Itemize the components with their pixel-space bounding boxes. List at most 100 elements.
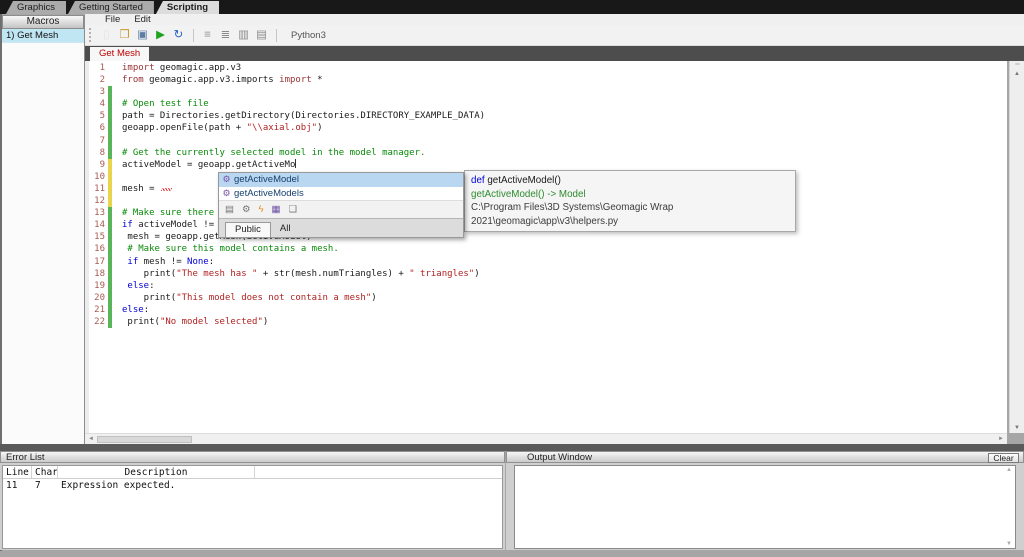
line-number: 21	[89, 304, 108, 316]
code-text	[112, 135, 122, 147]
completion-scope-tabs: Public All	[219, 218, 463, 237]
column-header-description[interactable]: Description	[58, 466, 255, 478]
method-icon: ⚙	[219, 174, 234, 185]
error-rows: 117Expression expected.	[3, 479, 502, 492]
toolbar-grip-icon[interactable]	[89, 28, 93, 42]
error-row[interactable]: 117Expression expected.	[3, 479, 502, 492]
code-line[interactable]: 20 print("This model does not contain a …	[89, 292, 1007, 304]
error-list-header: Error List	[0, 451, 505, 463]
output-scroll-up-icon[interactable]: ▲	[1004, 467, 1014, 473]
line-number: 19	[89, 280, 108, 292]
editor-horizontal-scrollbar[interactable]: ◄ ►	[85, 433, 1007, 444]
line-number: 2	[89, 74, 108, 86]
code-text: activeModel = geoapp.getActiveMo	[112, 159, 296, 171]
code-line[interactable]: 16 # Make sure this model contains a mes…	[89, 243, 1007, 255]
scroll-left-icon[interactable]: ◄	[85, 436, 97, 442]
code-line[interactable]: 6geoapp.openFile(path + "\\axial.obj")	[89, 122, 1007, 134]
code-line[interactable]: 21else:	[89, 304, 1007, 316]
code-line[interactable]: 19 else:	[89, 280, 1007, 292]
save-script-icon[interactable]: ▣	[134, 27, 151, 43]
code-line[interactable]: 22 print("No model selected")	[89, 316, 1007, 328]
duplicate-lines-icon[interactable]: ▥	[235, 27, 252, 43]
snippets-filter-icon[interactable]: ❏	[289, 204, 298, 215]
macros-panel: Macros 1) Get Mesh	[2, 15, 85, 444]
code-text	[112, 171, 122, 183]
signature-tooltip: def getActiveModel() getActiveModel() ->…	[464, 170, 796, 232]
script-toolbar: ▯❐▣▶↻≡≣▥▤ Python3	[85, 25, 1024, 46]
output-scroll-down-icon[interactable]: ▼	[1004, 541, 1014, 547]
code-line[interactable]: 2from geomagic.app.v3.imports import *	[89, 74, 1007, 86]
popup-tab-all[interactable]: All	[271, 222, 300, 237]
error-cell: 11	[3, 479, 32, 492]
code-line[interactable]: 3	[89, 86, 1007, 98]
code-text: # Open test file	[112, 98, 209, 110]
method-icon: ⚙	[219, 188, 234, 199]
toolbar-separator	[193, 29, 194, 42]
events-filter-icon[interactable]: ϟ	[259, 204, 264, 215]
code-line[interactable]: 5path = Directories.getDirectory(Directo…	[89, 110, 1007, 122]
interpreter-label[interactable]: Python3	[291, 30, 326, 41]
scroll-down-icon[interactable]: ▼	[1014, 423, 1020, 433]
macros-header[interactable]: Macros	[2, 15, 84, 29]
code-text: print("This model does not contain a mes…	[112, 292, 377, 304]
tooltip-signature: def getActiveModel()	[471, 174, 789, 188]
clear-button[interactable]: Clear	[988, 453, 1019, 463]
popup-tab-public[interactable]: Public	[225, 222, 271, 237]
menu-edit[interactable]: Edit	[134, 14, 150, 25]
splitter-grip-icon[interactable]: ═	[1015, 61, 1018, 69]
code-line[interactable]: 18 print("The mesh has " + str(mesh.numT…	[89, 268, 1007, 280]
reset-icon[interactable]: ↻	[170, 27, 187, 43]
code-editor-surface[interactable]: 1import geomagic.app.v32from geomagic.ap…	[85, 61, 1007, 433]
code-text: else:	[112, 280, 155, 292]
indent-icon[interactable]: ≡	[199, 27, 216, 43]
fields-filter-icon[interactable]: ▦	[272, 204, 281, 215]
tab-getting-started[interactable]: Getting Started	[68, 1, 154, 14]
line-number: 4	[89, 98, 108, 110]
code-text: # Make sure this model contains a mesh.	[112, 243, 339, 255]
line-number: 17	[89, 256, 108, 268]
toolbar-buttons: ▯❐▣▶↻≡≣▥▤	[98, 27, 271, 43]
line-number: 13	[89, 207, 108, 219]
code-text: print("The mesh has " + str(mesh.numTria…	[112, 268, 480, 280]
open-script-icon[interactable]: ❐	[116, 27, 133, 43]
tab-graphics[interactable]: Graphics	[6, 1, 66, 14]
line-number: 20	[89, 292, 108, 304]
options-gear-icon[interactable]: ⚙	[242, 204, 251, 215]
autocomplete-list: ⚙getActiveModel⚙getActiveModels	[219, 173, 463, 200]
completion-filter-bar: ▤ ⚙ ϟ ▦ ❏	[219, 200, 463, 218]
text-caret	[295, 159, 296, 168]
output-content[interactable]: ▲ ▼	[514, 465, 1016, 549]
tab-scripting[interactable]: Scripting	[156, 1, 219, 14]
macro-item-get-mesh[interactable]: 1) Get Mesh	[2, 29, 84, 43]
column-header-char[interactable]: Char	[32, 466, 58, 478]
document-tab-get-mesh[interactable]: Get Mesh	[90, 47, 149, 61]
line-number: 9	[89, 159, 108, 171]
code-text: geoapp.openFile(path + "\\axial.obj")	[112, 122, 323, 134]
scroll-up-icon[interactable]: ▲	[1014, 69, 1020, 79]
line-number: 10	[89, 171, 108, 183]
code-line[interactable]: 7	[89, 135, 1007, 147]
code-text: # Get the currently selected model in th…	[112, 147, 425, 159]
tooltip-file-path: C:\Program Files\3D Systems\Geomagic Wra…	[471, 201, 789, 228]
comment-icon[interactable]: ≣	[217, 27, 234, 43]
code-line[interactable]: 1import geomagic.app.v3	[89, 62, 1007, 74]
code-text: if mesh != None:	[112, 256, 214, 268]
export-script-icon[interactable]: ▤	[253, 27, 270, 43]
editor-vertical-scrollbar[interactable]: ═ ▲ ▼	[1009, 61, 1024, 433]
output-window-title: Output Window	[527, 452, 592, 463]
horizontal-splitter[interactable]	[0, 444, 1024, 451]
code-line[interactable]: 8# Get the currently selected model in t…	[89, 147, 1007, 159]
members-filter-icon[interactable]: ▤	[225, 204, 234, 215]
code-text	[112, 86, 122, 98]
column-header-line[interactable]: Line	[3, 466, 32, 478]
autocomplete-item-label: getActiveModel	[234, 174, 299, 185]
menu-file[interactable]: File	[105, 14, 120, 25]
autocomplete-item[interactable]: ⚙getActiveModel	[219, 173, 463, 187]
scrollbar-thumb[interactable]	[97, 436, 192, 443]
line-number: 5	[89, 110, 108, 122]
scroll-right-icon[interactable]: ►	[995, 436, 1007, 442]
autocomplete-item[interactable]: ⚙getActiveModels	[219, 187, 463, 201]
run-script-icon[interactable]: ▶	[152, 27, 169, 43]
code-line[interactable]: 17 if mesh != None:	[89, 256, 1007, 268]
code-line[interactable]: 4 # Open test file	[89, 98, 1007, 110]
